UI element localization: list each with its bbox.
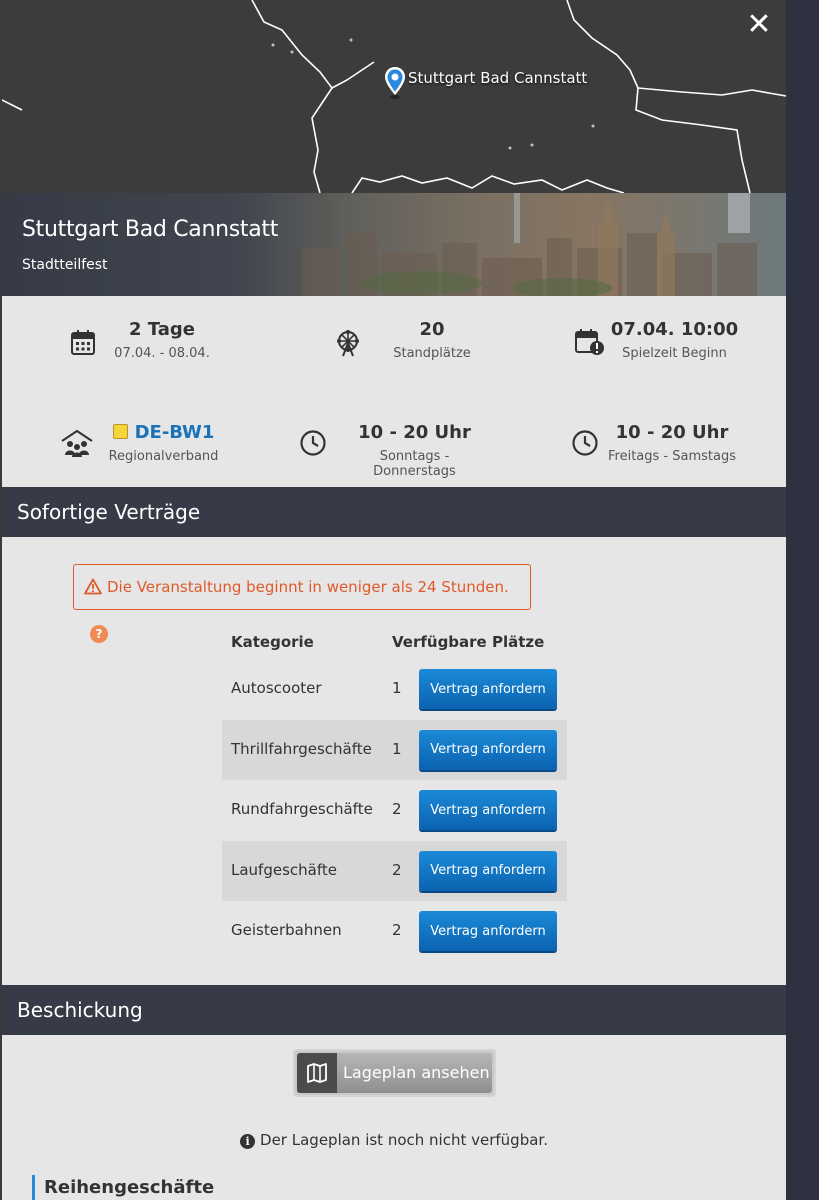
subsection-title: Reihengeschäfte [32,1175,214,1200]
close-icon[interactable]: ✕ [746,10,772,40]
event-title: Stuttgart Bad Cannstatt [22,217,279,242]
stands-label: Standplätze [393,346,471,361]
col-available: Verfügbare Plätze [392,633,545,651]
request-contract-button[interactable]: Vertrag anfordern [419,790,557,830]
row-category: Laufgeschäfte [231,860,337,879]
map-icon [297,1053,337,1093]
weekday-hours-value: 10 - 20 Uhr [358,422,471,443]
region-label: Regionalverband [108,449,219,464]
weekday-hours-label: Sonntags - Donnerstags [373,449,456,479]
stat-stands: 20 Standplätze [372,319,492,361]
help-icon[interactable]: ? [90,625,108,643]
row-category: Thrillfahrgeschäfte [231,739,372,758]
start-value: 07.04. 10:00 [610,319,739,340]
table-row: Geisterbahnen 2 Vertrag anfordern [222,901,567,962]
col-category: Kategorie [231,633,314,651]
beschickung-section-header: Beschickung [2,985,786,1035]
weekend-hours-value: 10 - 20 Uhr [615,422,729,443]
contracts-table: Kategorie Verfügbare Plätze Autoscooter … [222,627,567,962]
duration-value: 2 Tage [129,319,195,340]
site-plan-label: Lageplan ansehen [343,1063,490,1082]
region-link[interactable]: DE-BW1 [135,422,215,443]
event-detail-panel: Stuttgart Bad Cannstatt ✕ Stuttgart Bad … [2,0,786,1200]
start-warning-alert: Die Veranstaltung beginnt in weniger als… [73,564,531,643]
row-category: Geisterbahnen [231,921,342,939]
stat-hours-weekday: 10 - 20 Uhr Sonntags - Donnerstags [337,422,492,479]
row-available: 1 [392,679,402,697]
warning-triangle-icon [84,568,102,612]
request-contract-button[interactable]: Vertrag anfordern [419,669,557,709]
start-label: Spielzeit Beginn [622,346,727,361]
site-plan-button-inner[interactable]: Lageplan ansehen [297,1053,492,1093]
request-contract-button[interactable]: Vertrag anfordern [419,850,557,891]
alert-text: Die Veranstaltung beginnt in weniger als… [107,578,509,596]
row-category: Rundfahrgeschäfte [231,800,373,818]
stat-region: DE-BW1 Regionalverband [102,422,225,464]
event-stats: 2 Tage 07.04. - 08.04. 20 Standplätze 07… [2,296,786,487]
clock-icon [571,429,599,462]
region-color-badge [112,424,128,439]
calendar-alert-icon [575,328,605,361]
location-map[interactable]: Stuttgart Bad Cannstatt ✕ [2,0,786,193]
note-text: Der Lageplan ist noch nicht verfügbar. [260,1131,548,1149]
contracts-section-header: Sofortige Verträge [2,487,786,537]
request-contract-button[interactable]: Vertrag anfordern [419,729,557,770]
table-row: Laufgeschäfte 2 Vertrag anfordern [222,840,567,901]
region-code[interactable]: DE-BW1 [102,422,225,443]
map-location-label: Stuttgart Bad Cannstatt [408,69,588,87]
right-sidebar [786,0,819,1200]
event-hero: Stuttgart Bad Cannstatt Stadtteilfest [2,193,786,296]
clock-icon [299,429,327,462]
table-header: Kategorie Verfügbare Plätze [222,627,567,659]
table-row: Rundfahrgeschäfte 2 Vertrag anfordern [222,780,567,841]
ferris-wheel-icon [334,329,362,362]
stat-start: 07.04. 10:00 Spielzeit Beginn [607,319,742,361]
row-category: Autoscooter [231,679,322,697]
row-available: 1 [392,739,402,758]
event-type: Stadtteilfest [22,257,108,273]
contracts-section: Die Veranstaltung beginnt in weniger als… [2,537,786,985]
stat-duration: 2 Tage 07.04. - 08.04. [102,319,222,361]
row-available: 2 [392,921,402,939]
site-plan-note: i Der Lageplan ist noch nicht verfügbar. [2,1131,786,1149]
weekend-hours-label: Freitags - Samstags [608,449,736,464]
map-pin-icon[interactable] [383,66,407,105]
city-skyline-image [2,193,786,296]
row-available: 2 [392,800,402,818]
stat-hours-weekend: 10 - 20 Uhr Freitags - Samstags [607,422,737,464]
association-icon [60,429,94,462]
calendar-icon [71,329,95,360]
row-available: 2 [392,860,402,879]
table-row: Autoscooter 1 Vertrag anfordern [222,659,567,720]
table-row: Thrillfahrgeschäfte 1 Vertrag anfordern [222,719,567,780]
request-contract-button[interactable]: Vertrag anfordern [419,911,557,951]
site-plan-button[interactable]: Lageplan ansehen [293,1049,496,1097]
duration-dates: 07.04. - 08.04. [114,346,210,361]
beschickung-section: Lageplan ansehen i Der Lageplan ist noch … [2,1035,786,1200]
stands-value: 20 [419,319,445,340]
info-icon: i [240,1134,256,1149]
